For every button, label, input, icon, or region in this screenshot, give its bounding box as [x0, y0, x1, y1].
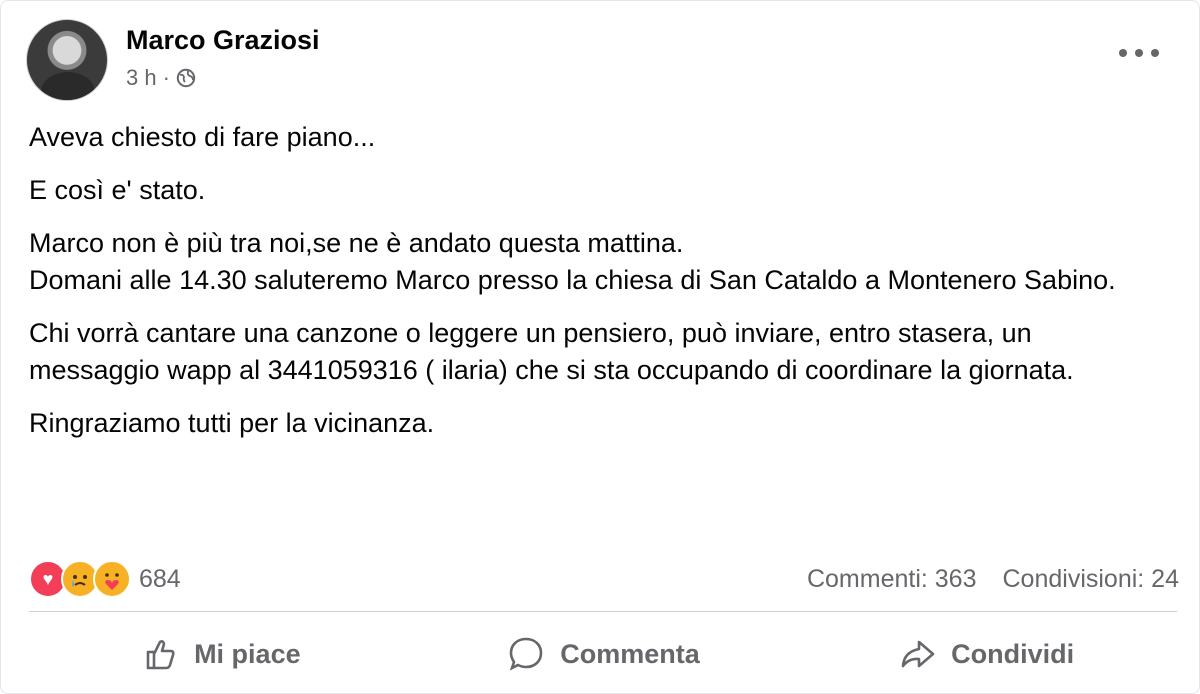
post-line: Marco non è più tra noi,se ne è andato q… — [29, 228, 684, 258]
post-stats: ♥ 684 Commenti: 363 Condivisioni: 24 — [29, 559, 1179, 599]
more-options-icon[interactable] — [1119, 41, 1159, 65]
engagement-counts: Commenti: 363 Condivisioni: 24 — [807, 565, 1179, 594]
post-subline: 3 h · — [126, 65, 320, 91]
post-paragraph: Marco non è più tra noi,se ne è andato q… — [29, 225, 1169, 299]
like-button[interactable]: Mi piace — [29, 619, 412, 689]
comment-label: Commenta — [560, 638, 700, 669]
share-label: Condividi — [951, 638, 1075, 669]
post-header: Marco Graziosi 3 h · — [26, 19, 320, 101]
care-icon — [93, 560, 131, 598]
divider — [29, 611, 1177, 612]
post-paragraph: Aveva chiesto di fare piano... — [29, 122, 376, 152]
separator: · — [162, 65, 170, 90]
post-paragraph: Chi vorrà cantare una canzone o leggere … — [29, 318, 1074, 385]
post-paragraph: E così e' stato. — [29, 175, 206, 205]
comments-count[interactable]: Commenti: 363 — [807, 565, 977, 594]
share-button[interactable]: Condividi — [794, 619, 1177, 689]
post-body: Aveva chiesto di fare piano... E così e'… — [29, 119, 1169, 458]
reaction-count: 684 — [139, 564, 181, 593]
post-meta: Marco Graziosi 3 h · — [126, 23, 320, 91]
shares-count[interactable]: Condivisioni: 24 — [1003, 565, 1180, 594]
thumbs-up-icon — [146, 640, 175, 670]
share-icon — [901, 640, 935, 668]
reactions-summary[interactable]: ♥ 684 — [29, 560, 181, 598]
globe-icon[interactable] — [176, 68, 196, 88]
like-label: Mi piace — [194, 638, 301, 669]
author-name[interactable]: Marco Graziosi — [126, 23, 320, 57]
post-time[interactable]: 3 h — [126, 65, 157, 91]
action-bar: Mi piace Commenta Condividi — [29, 619, 1177, 689]
post-paragraph: Ringraziamo tutti per la vicinanza. — [29, 408, 435, 438]
avatar[interactable] — [26, 19, 108, 101]
post-card: Marco Graziosi 3 h · Aveva chiesto di fa… — [0, 0, 1200, 694]
post-line: Domani alle 14.30 saluteremo Marco press… — [29, 265, 1116, 295]
comment-button[interactable]: Commenta — [412, 619, 795, 689]
comment-icon — [509, 637, 543, 671]
